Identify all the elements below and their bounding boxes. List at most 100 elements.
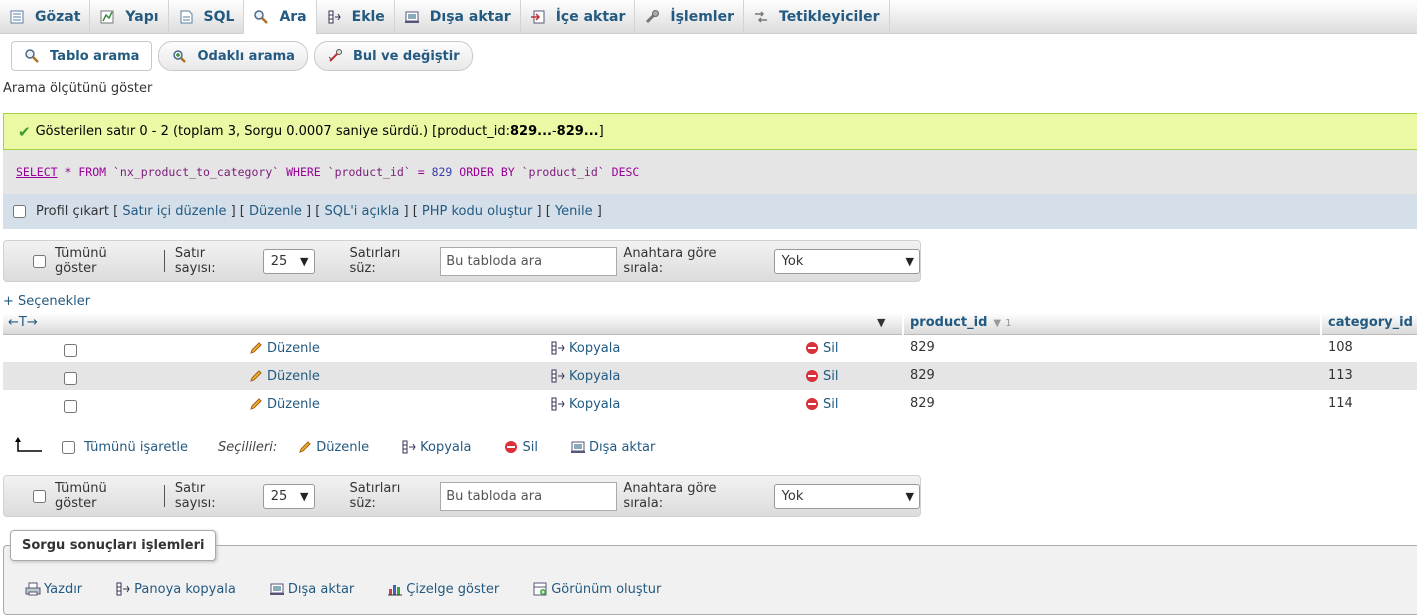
tab-search[interactable]: Ara	[244, 0, 317, 35]
copy-icon	[550, 368, 566, 384]
row-edit-button[interactable]: Düzenle	[248, 396, 320, 412]
rows-select[interactable]: 25 ▼	[262, 483, 315, 509]
sort-by-key-select[interactable]: Yok ▼	[773, 248, 920, 274]
edit-link[interactable]: Düzenle	[249, 204, 302, 219]
copy-label: Kopyala	[569, 396, 621, 412]
copy-to-clipboard-button[interactable]: Panoya kopyala	[115, 581, 236, 597]
filter-rows-input[interactable]: Bu tabloda ara	[440, 246, 618, 276]
bulk-actions-bar: Tümünü işaretle Seçilileri: Düzenle Kopy…	[14, 436, 655, 458]
cell-category-id[interactable]: 108	[1328, 340, 1353, 355]
display-chart-button[interactable]: Çizelge göster	[387, 581, 499, 597]
cell-product-id[interactable]: 829	[910, 340, 935, 355]
sql-desc: DESC	[611, 165, 640, 179]
create-view-button[interactable]: Görünüm oluştur	[532, 581, 661, 597]
cell-product-id[interactable]: 829	[910, 396, 935, 411]
check-all-checkbox[interactable]	[62, 440, 75, 454]
copy-icon	[550, 340, 566, 356]
subtab-label: Odaklı arama	[197, 48, 295, 64]
bulk-edit-button[interactable]: Düzenle	[297, 439, 369, 455]
divider	[163, 485, 165, 507]
profile-checkbox[interactable]	[13, 205, 26, 218]
edit-label: Düzenle	[267, 340, 320, 356]
explain-sql-link[interactable]: SQL'i açıkla	[324, 204, 399, 219]
row-delete-button[interactable]: Sil	[804, 340, 838, 356]
rows-select[interactable]: 25 ▼	[262, 248, 315, 274]
show-all-checkbox[interactable]	[33, 489, 46, 503]
subtab-table-search[interactable]: Tablo arama	[11, 41, 153, 71]
tab-structure[interactable]: Yapı	[90, 0, 169, 34]
triggers-icon	[753, 9, 769, 25]
copy-icon	[401, 439, 417, 455]
filter-placeholder: Bu tabloda ara	[446, 488, 543, 504]
tab-export[interactable]: Dışa aktar	[395, 0, 521, 34]
sort-by-key-select[interactable]: Yok ▼	[773, 483, 920, 509]
cell-category-id[interactable]: 113	[1328, 368, 1353, 383]
row-checkbox[interactable]	[64, 372, 77, 385]
check-all-label[interactable]: Tümünü işaretle	[84, 440, 188, 455]
options-link[interactable]: + Seçenekler	[3, 294, 90, 309]
tab-label: İçe aktar	[555, 9, 626, 25]
subtab-zoom-search[interactable]: Odaklı arama	[158, 41, 308, 71]
row-copy-button[interactable]: Kopyala	[550, 396, 620, 412]
copy-icon	[550, 396, 566, 412]
row-delete-button[interactable]: Sil	[804, 396, 838, 412]
inline-edit-link[interactable]: Satır içi düzenle	[122, 204, 226, 219]
print-button[interactable]: Yazdır	[25, 581, 82, 597]
create-php-code-link[interactable]: PHP kodu oluştur	[422, 204, 533, 219]
cell-category-id[interactable]: 114	[1328, 396, 1353, 411]
row-checkbox[interactable]	[64, 400, 77, 413]
bulk-copy-label: Kopyala	[420, 439, 472, 455]
success-bold-end: 829...	[556, 124, 599, 139]
bulk-copy-button[interactable]: Kopyala	[401, 439, 471, 455]
edit-label: Düzenle	[267, 368, 320, 384]
sql-where: WHERE	[286, 165, 321, 179]
column-header-product-id[interactable]: product_id ▼ 1	[910, 315, 1011, 330]
tab-insert[interactable]: Ekle	[317, 0, 395, 34]
filter-rows-input[interactable]: Bu tabloda ara	[440, 481, 618, 511]
delete-icon	[804, 368, 820, 384]
sql-from: FROM	[78, 165, 107, 179]
row-copy-button[interactable]: Kopyala	[550, 340, 620, 356]
pencil-icon	[248, 340, 264, 356]
rows-value: 25	[270, 253, 288, 269]
row-edit-button[interactable]: Düzenle	[248, 368, 320, 384]
tab-label: Yapı	[125, 9, 159, 25]
subtab-find-replace[interactable]: Bul ve değiştir	[313, 41, 473, 71]
row-checkbox[interactable]	[64, 344, 77, 357]
tab-label: SQL	[203, 9, 235, 25]
column-header-category-id[interactable]: category_id	[1328, 315, 1413, 330]
query-results-operations: Yazdır Panoya kopyala Dışa aktar Çizelge…	[25, 581, 694, 597]
tab-label: Dışa aktar	[429, 9, 511, 25]
cell-product-id[interactable]: 829	[910, 368, 935, 383]
export-button[interactable]: Dışa aktar	[269, 581, 354, 597]
tab-sql[interactable]: SQL	[169, 0, 245, 34]
column-resize-arrows[interactable]: ←T→	[8, 315, 38, 330]
show-all-label: Tümünü göster	[55, 481, 107, 511]
delete-icon	[804, 340, 820, 356]
export-icon	[269, 581, 285, 597]
chart-label: Çizelge göster	[406, 581, 500, 597]
tab-label: Ekle	[351, 9, 385, 25]
show-criteria-link[interactable]: Arama ölçütünü göster	[3, 81, 152, 96]
rows-value: 25	[270, 488, 288, 504]
show-all-checkbox[interactable]	[33, 254, 46, 268]
row-edit-button[interactable]: Düzenle	[248, 340, 320, 356]
bulk-delete-button[interactable]: Sil	[503, 439, 538, 455]
row-copy-button[interactable]: Kopyala	[550, 368, 620, 384]
tab-label: İşlemler	[670, 9, 734, 25]
tab-browse[interactable]: Gözat	[0, 0, 91, 34]
tab-operations[interactable]: İşlemler	[635, 0, 744, 34]
sql-select[interactable]: SELECT	[16, 165, 58, 179]
divider	[163, 250, 165, 272]
refresh-link[interactable]: Yenile	[555, 204, 593, 219]
bulk-export-button[interactable]: Dışa aktar	[570, 439, 655, 455]
row-delete-button[interactable]: Sil	[804, 368, 838, 384]
tab-import[interactable]: İçe aktar	[521, 0, 636, 34]
bulk-edit-label: Düzenle	[316, 439, 370, 455]
chevron-down-icon: ▼	[300, 254, 309, 268]
show-all-label: Tümünü göster	[55, 246, 107, 276]
structure-icon	[99, 9, 115, 25]
sort-dropdown-icon[interactable]: ▼	[877, 316, 885, 329]
tab-triggers[interactable]: Tetikleyiciler	[744, 0, 890, 34]
pencil-icon	[297, 439, 313, 455]
